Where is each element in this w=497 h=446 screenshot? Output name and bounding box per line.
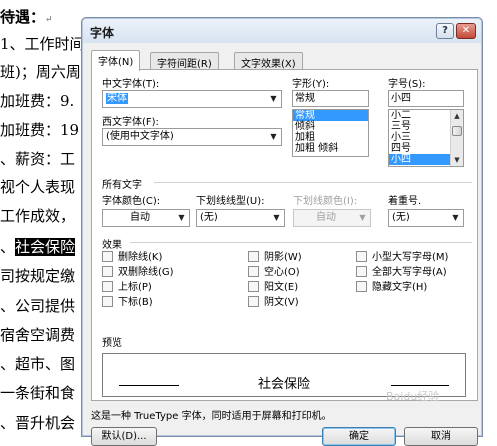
tab-text-effects[interactable]: 文字效果(X) <box>234 52 303 70</box>
underline-style-value: (无) <box>200 212 218 223</box>
preview-label: 预览 <box>102 338 122 349</box>
font-type-note: 这是一种 TrueType 字体，同时适用于屏幕和打印机。 <box>91 411 332 422</box>
size-input[interactable]: 小四 <box>388 90 464 107</box>
underline-style-label: 下划线线型(U): <box>196 196 265 207</box>
checkbox[interactable] <box>248 266 259 277</box>
checkbox[interactable] <box>102 266 113 277</box>
checkbox[interactable] <box>102 251 113 262</box>
divider <box>130 242 472 243</box>
font-color-label: 字体颜色(C): <box>102 196 161 207</box>
help-button[interactable]: ? <box>436 23 454 39</box>
default-button[interactable]: 默认(D)... <box>91 427 157 446</box>
checkbox-all-caps[interactable]: 全部大写字母(A) <box>356 266 447 279</box>
dialog-title: 字体 <box>90 26 115 40</box>
chinese-font-combo[interactable]: 宋体 ▼ <box>102 90 282 108</box>
scroll-thumb[interactable] <box>452 126 462 136</box>
checkbox-double-strikethrough[interactable]: 双删除线(G) <box>102 266 174 279</box>
effects-label: 效果 <box>102 240 122 251</box>
checkbox[interactable] <box>356 251 367 262</box>
western-font-label: 西文字体(F): <box>102 117 159 128</box>
list-item[interactable]: 加粗 <box>293 132 368 143</box>
checkbox[interactable] <box>248 281 259 292</box>
doc-line: 、公司提供 <box>0 297 76 315</box>
underline-color-combo: 自动 ▼ <box>293 209 371 227</box>
list-item[interactable]: 加粗 倾斜 <box>293 143 368 154</box>
divider <box>154 182 472 183</box>
close-button[interactable]: ✕ <box>456 23 476 39</box>
doc-line: 1、工作时间 <box>0 35 85 53</box>
checkbox-engrave[interactable]: 阴文(V) <box>248 296 299 309</box>
chevron-down-icon: ▼ <box>273 213 280 222</box>
scroll-down-icon[interactable]: ▼ <box>451 154 463 166</box>
doc-line: 、社会保险 <box>0 238 76 256</box>
doc-line: 、薪资：工 <box>0 150 76 168</box>
checkbox-emboss[interactable]: 阳文(E) <box>248 281 298 294</box>
checkbox-outline[interactable]: 空心(O) <box>248 266 300 279</box>
style-label: 字形(Y): <box>292 79 330 90</box>
list-item[interactable]: 倾斜 <box>293 121 368 132</box>
font-color-value: 自动 <box>130 212 150 223</box>
all-text-label: 所有文字 <box>102 180 142 191</box>
list-item[interactable]: 常规 <box>293 110 368 121</box>
doc-line: 加班费：9. <box>0 92 75 110</box>
tab-font[interactable]: 字体(N) <box>91 50 141 71</box>
chinese-font-value: 宋体 <box>106 93 128 104</box>
emphasis-combo[interactable]: (无) ▼ <box>388 209 464 227</box>
checkbox-subscript[interactable]: 下标(B) <box>102 296 153 309</box>
doc-line: 加班费：19 <box>0 121 80 139</box>
chevron-down-icon: ▼ <box>270 132 277 141</box>
size-label: 字号(S): <box>388 79 426 90</box>
doc-line: 一条街和食 <box>0 384 76 402</box>
doc-line: 班)；周六周 <box>0 63 81 81</box>
doc-line: 视个人表现 <box>0 178 76 196</box>
western-font-combo[interactable]: (使用中文字体) ▼ <box>102 128 282 146</box>
scroll-up-icon[interactable]: ▲ <box>451 110 463 122</box>
doc-line: 待遇：↵ <box>0 8 53 26</box>
checkbox-shadow[interactable]: 阴影(W) <box>248 251 302 264</box>
tab-character-spacing[interactable]: 字符间距(R) <box>150 52 219 70</box>
checkbox[interactable] <box>248 296 259 307</box>
chevron-down-icon: ▼ <box>452 213 459 222</box>
western-font-value: (使用中文字体) <box>106 131 174 142</box>
chevron-down-icon: ▼ <box>359 213 366 222</box>
checkbox-superscript[interactable]: 上标(P) <box>102 281 152 294</box>
checkbox-strikethrough[interactable]: 删除线(K) <box>102 251 162 264</box>
cancel-button[interactable]: 取消 <box>404 427 478 446</box>
font-dialog: 字体 ? ✕ 字体(N) 字符间距(R) 文字效果(X) 中文字体(T): 宋体… <box>81 17 483 446</box>
doc-line: 、超市、图 <box>0 355 76 373</box>
chevron-down-icon: ▼ <box>178 213 185 222</box>
checkbox-small-caps[interactable]: 小型大写字母(M) <box>356 251 448 264</box>
style-listbox[interactable]: 常规 倾斜 加粗 加粗 倾斜 <box>292 109 369 157</box>
watermark-logo: Baidu经验 <box>386 390 440 403</box>
checkbox[interactable] <box>248 251 259 262</box>
size-listbox[interactable]: 小二 三号 小三 四号 小四 ▲ ▼ <box>388 109 464 167</box>
underline-color-label: 下划线颜色(I): <box>293 196 358 207</box>
font-color-combo[interactable]: 自动 ▼ <box>102 209 190 227</box>
style-input[interactable]: 常规 <box>292 90 369 107</box>
ok-button[interactable]: 确定 <box>322 427 396 446</box>
doc-line: 、晋升机会 <box>0 414 76 432</box>
emphasis-label: 着重号. <box>388 196 422 207</box>
checkbox[interactable] <box>356 281 367 292</box>
font-tab-panel: 中文字体(T): 宋体 ▼ 字形(Y): 常规 常规 倾斜 加粗 加粗 倾斜 字… <box>91 69 478 401</box>
checkbox[interactable] <box>102 281 113 292</box>
checkbox[interactable] <box>102 296 113 307</box>
doc-line: 司按规定缴 <box>0 267 76 285</box>
selected-text: 社会保险 <box>15 238 76 256</box>
emphasis-value: (无) <box>392 212 410 223</box>
checkbox[interactable] <box>356 266 367 277</box>
doc-line: 宿舍空调费 <box>0 326 76 344</box>
underline-style-combo[interactable]: (无) ▼ <box>196 209 285 227</box>
underline-color-value: 自动 <box>316 212 336 223</box>
size-scrollbar[interactable]: ▲ ▼ <box>450 110 463 166</box>
chevron-down-icon: ▼ <box>270 94 277 103</box>
dialog-titlebar[interactable]: 字体 ? ✕ <box>83 19 481 43</box>
preview-baseline-right <box>391 385 449 386</box>
chinese-font-label: 中文字体(T): <box>102 79 160 90</box>
doc-line: 工作成效， <box>0 207 76 225</box>
checkbox-hidden[interactable]: 隐藏文字(H) <box>356 281 427 294</box>
